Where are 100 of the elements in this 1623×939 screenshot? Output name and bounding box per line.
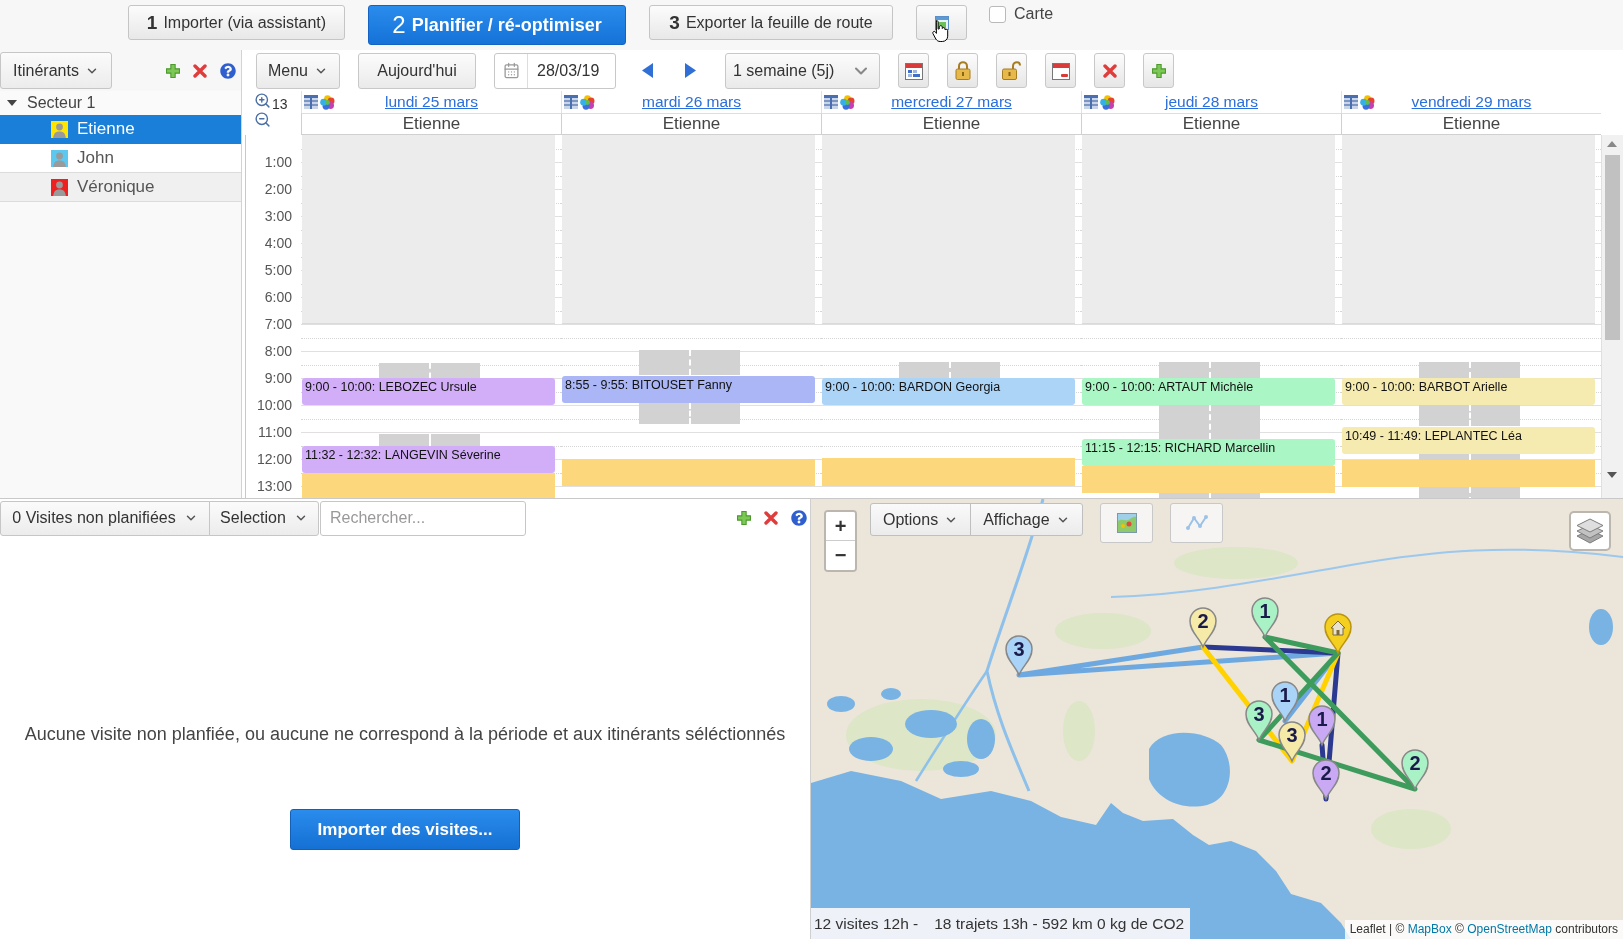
day-link[interactable]: mercredi 27 mars <box>891 93 1012 111</box>
color-wheel-icon[interactable] <box>840 94 855 110</box>
map-marker[interactable]: 3 <box>1245 700 1273 741</box>
table-icon[interactable] <box>564 95 578 109</box>
table-icon[interactable] <box>304 95 318 109</box>
visit-event[interactable]: 10:49 - 11:49: LEPLANTEC Léa <box>1342 426 1595 454</box>
resource-name: Etienne <box>821 113 1081 135</box>
attribution-link[interactable]: OpenStreetMap <box>1467 922 1552 936</box>
hour-label: 10:00 <box>256 397 292 413</box>
itinerants-dropdown[interactable]: Itinérants <box>0 52 112 89</box>
options-dropdown[interactable]: Options <box>870 503 972 536</box>
hour-label: 13:00 <box>256 478 292 494</box>
scroll-down-icon[interactable] <box>1607 472 1617 478</box>
plus-icon[interactable] <box>737 511 751 525</box>
visit-event[interactable]: 9:00 - 10:00: BARDON Georgia <box>822 378 1075 405</box>
hour-label: 7:00 <box>264 316 292 332</box>
lock-button[interactable] <box>947 53 978 88</box>
map-marker[interactable]: 3 <box>1005 635 1033 676</box>
day-link[interactable]: lundi 25 mars <box>384 93 478 111</box>
color-wheel-icon[interactable] <box>580 94 595 110</box>
scrollbar-track[interactable] <box>1601 135 1623 498</box>
right-arrow-icon[interactable] <box>685 63 696 78</box>
color-wheel-icon[interactable] <box>1100 94 1115 110</box>
route-line[interactable] <box>1256 634 1418 792</box>
table-icon[interactable] <box>1084 95 1098 109</box>
map-marker[interactable]: 1 <box>1308 705 1336 746</box>
resource-name: Etienne <box>1341 113 1601 135</box>
unlock-button[interactable] <box>996 53 1027 88</box>
scroll-up-icon[interactable] <box>1607 141 1617 147</box>
checkbox[interactable] <box>989 5 1006 23</box>
visit-event[interactable]: 11:15 - 12:15: RICHARD Marcellin <box>1082 438 1335 466</box>
map-icon <box>1116 513 1137 533</box>
import-visits-button[interactable]: Importer des visites... <box>290 809 520 850</box>
step-button[interactable]: 2 Planifier / ré-optimiser <box>368 5 626 45</box>
tree-item[interactable]: Etienne <box>0 115 241 144</box>
visit-event[interactable]: 9:00 - 10:00: ARTAUT Michèle <box>1082 378 1335 405</box>
map-marker[interactable]: 1 <box>1271 681 1299 722</box>
date-field[interactable]: 28/03/19 <box>494 52 616 89</box>
caret-down-icon[interactable] <box>7 98 17 108</box>
tree-item[interactable]: John <box>0 144 241 173</box>
calendar-minus-icon <box>1051 61 1070 80</box>
attribution-link[interactable]: MapBox <box>1407 922 1452 936</box>
step-button[interactable]: 3 Exporter la feuille de route <box>649 5 893 40</box>
unplanned-visits-dropdown[interactable]: 0 Visites non planifiées <box>0 500 210 536</box>
close-icon[interactable] <box>764 511 778 525</box>
hour-label: 2:00 <box>264 181 292 197</box>
resource-name: Etienne <box>561 113 821 135</box>
map-marker[interactable]: 2 <box>1401 749 1429 790</box>
delete-button[interactable] <box>1094 53 1125 88</box>
resource-name: Etienne <box>1081 113 1341 135</box>
help-icon[interactable] <box>220 62 236 79</box>
lake <box>943 761 979 777</box>
lake <box>827 696 855 712</box>
menu-dropdown[interactable]: Menu <box>256 52 340 89</box>
zoom-in-button[interactable]: + <box>826 512 855 541</box>
display-dropdown[interactable]: Affichage <box>970 503 1083 536</box>
day-link[interactable]: vendredi 29 mars <box>1411 93 1532 111</box>
home-marker[interactable] <box>1324 613 1352 654</box>
empty-message: Aucune visite non planfiée, ou aucune ne correspond à la période et aux itinérants séléctionnés <box>24 724 786 745</box>
add-button[interactable] <box>1143 53 1174 88</box>
zoom-out-icon[interactable] <box>254 111 271 128</box>
selection-dropdown[interactable]: Selection <box>209 500 319 536</box>
close-icon[interactable] <box>193 63 207 78</box>
color-wheel-icon[interactable] <box>1360 94 1375 110</box>
scrollbar-thumb[interactable] <box>1605 155 1620 340</box>
calendar-button[interactable] <box>898 53 929 88</box>
lake <box>881 688 901 700</box>
today-button[interactable]: Aujourd'hui <box>358 52 476 89</box>
map-marker[interactable]: 2 <box>1189 607 1217 648</box>
table-icon[interactable] <box>1344 95 1358 109</box>
hour-label: 9:00 <box>264 370 292 386</box>
map-marker[interactable]: 3 <box>1278 721 1306 762</box>
calendar-remove-button[interactable] <box>1045 53 1076 88</box>
range-dropdown[interactable]: 1 semaine (5j) <box>725 52 880 89</box>
layers-button[interactable] <box>1569 511 1611 551</box>
map-marker[interactable]: 1 <box>1251 597 1279 638</box>
hour-label: 3:00 <box>264 208 292 224</box>
visit-event[interactable]: 8:55 - 9:55: BITOUSET Fanny <box>562 375 815 403</box>
zoom-in-icon[interactable] <box>254 92 271 109</box>
help-icon[interactable] <box>791 510 807 526</box>
plus-icon[interactable] <box>166 63 180 78</box>
day-link[interactable]: jeudi 28 mars <box>1164 93 1258 111</box>
tree-item[interactable]: Véronique <box>0 173 241 202</box>
day-link[interactable]: mardi 26 mars <box>641 93 742 111</box>
color-wheel-icon[interactable] <box>320 94 335 110</box>
visit-event[interactable]: 9:00 - 10:00: LEBOZEC Ursule <box>302 378 555 405</box>
step-button[interactable]: 1 Importer (via assistant) <box>128 5 345 40</box>
map-view-button[interactable] <box>1100 503 1153 543</box>
padlock-icon <box>954 61 971 80</box>
checkbox-label[interactable]: Carte <box>1014 5 1054 23</box>
visit-event[interactable]: 11:32 - 12:32: LANGEVIN Séverine <box>302 446 555 474</box>
table-icon[interactable] <box>824 95 838 109</box>
resource-name: Etienne <box>301 113 561 135</box>
summary-text: 12 visites 12h - <box>814 914 919 933</box>
map-marker[interactable]: 2 <box>1312 759 1340 800</box>
lake <box>849 737 893 761</box>
search-field[interactable]: Rechercher... <box>320 500 526 536</box>
left-arrow-icon[interactable] <box>642 63 653 78</box>
calendar-icon[interactable] <box>502 62 520 79</box>
visit-event[interactable]: 9:00 - 10:00: BARBOT Arielle <box>1342 378 1595 405</box>
